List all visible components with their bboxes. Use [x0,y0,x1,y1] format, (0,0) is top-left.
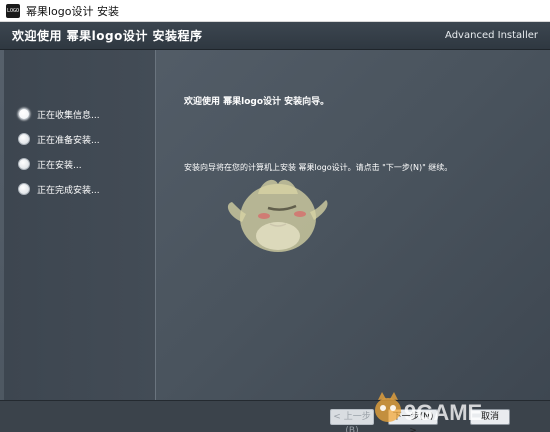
main-panel: 正在收集信息... 正在准备安装... 正在安装... 正在完成安装... 欢迎… [0,50,550,400]
header-title: 欢迎使用 幂果logo设计 安装程序 [12,29,203,43]
step-label: 正在收集信息... [37,110,100,121]
step-label: 正在安装... [37,160,82,171]
step-item: 正在安装... [18,158,100,171]
welcome-heading: 欢迎使用 幂果logo设计 安装向导。 [184,97,330,107]
mascot-image [227,179,328,252]
step-radio-icon [18,183,30,195]
step-label: 正在准备安装... [37,135,100,146]
step-item: 正在收集信息... [18,108,100,121]
step-radio-icon [18,158,30,170]
step-radio-icon [18,108,30,120]
watermark: 9GAME [368,382,544,432]
installer-header: 欢迎使用 幂果logo设计 安装程序 Advanced Installer [0,22,550,50]
app-icon: LOGO [6,3,20,18]
watermark-text: 9GAME [404,400,483,425]
step-radio-icon [18,133,30,145]
step-label: 正在完成安装... [37,185,100,196]
header-brand: Advanced Installer [445,30,538,41]
window-titlebar: LOGO 幂果logo设计 安装 [0,0,550,22]
step-sidebar: 正在收集信息... 正在准备安装... 正在安装... 正在完成安装... [4,50,156,400]
window-title: 幂果logo设计 安装 [26,4,119,18]
watermark-mascot-icon [375,392,401,422]
step-item: 正在准备安装... [18,133,100,146]
step-item: 正在完成安装... [18,183,100,196]
step-list: 正在收集信息... 正在准备安装... 正在安装... 正在完成安装... [18,108,100,208]
